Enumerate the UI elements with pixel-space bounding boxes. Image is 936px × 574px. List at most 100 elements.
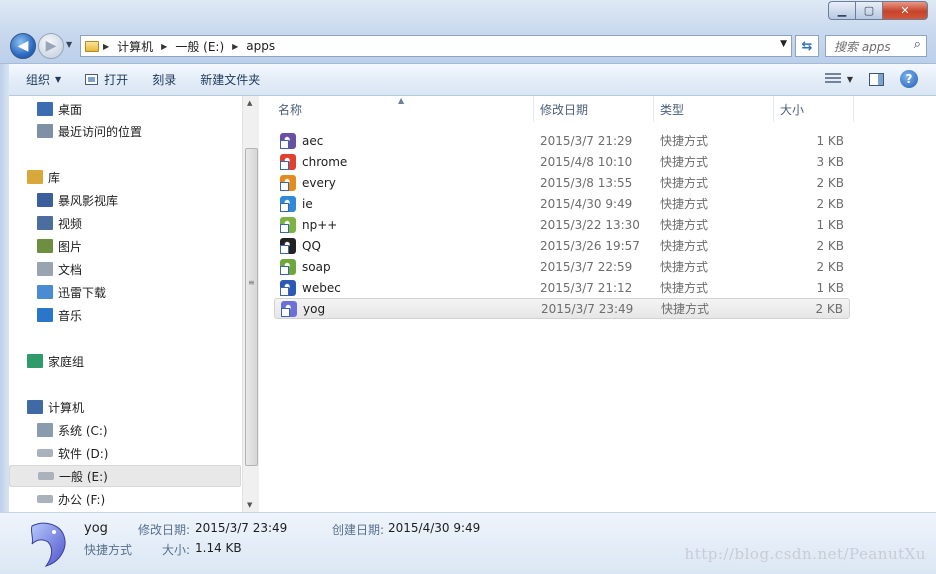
search-icon[interactable]: ⌕	[914, 37, 921, 52]
refresh-button[interactable]: ⇆	[795, 35, 819, 57]
details-file-kind: 快捷方式	[84, 543, 133, 557]
search-placeholder: 搜索 apps	[834, 39, 891, 54]
file-name: every	[302, 175, 336, 190]
chevron-right-icon[interactable]: ▶	[228, 42, 242, 51]
details-created-label: 创建日期:	[332, 523, 385, 537]
nav-item[interactable]: 软件 (D:)	[9, 442, 241, 464]
refresh-icon: ⇆	[801, 38, 813, 54]
nav-item-label: 文档	[58, 262, 83, 277]
navigation-scrollbar[interactable]: ▲ ≡ ▼	[242, 96, 259, 512]
nav-item[interactable]: 家庭组	[9, 350, 241, 372]
file-row[interactable]: aec 2015/3/7 21:29 快捷方式 1 KB	[274, 130, 850, 151]
nav-item[interactable]: 音乐	[9, 304, 241, 326]
file-row[interactable]: QQ 2015/3/26 19:57 快捷方式 2 KB	[274, 235, 850, 256]
file-row[interactable]: np++ 2015/3/22 13:30 快捷方式 1 KB	[274, 214, 850, 235]
minimize-button[interactable]: ▁	[828, 1, 855, 20]
file-date: 2015/4/8 10:10	[540, 154, 633, 169]
breadcrumb-computer[interactable]: 计算机	[113, 36, 157, 56]
nav-item[interactable]: 图片	[9, 235, 241, 257]
file-size: 1 KB	[816, 217, 844, 232]
nav-item[interactable]: 视频	[9, 212, 241, 234]
column-header-type[interactable]: 类型	[654, 96, 774, 122]
file-date: 2015/3/22 13:30	[540, 217, 640, 232]
file-row[interactable]: yog 2015/3/7 23:49 快捷方式 2 KB	[274, 298, 850, 319]
burn-button[interactable]: 刻录	[140, 64, 188, 95]
nav-item[interactable]: 一般 (E:)	[9, 465, 241, 487]
preview-pane-icon[interactable]	[869, 72, 884, 86]
nav-item-label: 库	[48, 170, 61, 185]
nav-item[interactable]: 计算机	[9, 396, 241, 418]
details-created-value: 2015/4/30 9:49	[388, 521, 481, 535]
desktop-icon	[37, 102, 53, 116]
drive-icon	[37, 449, 53, 457]
arrow-right-icon: ▶	[45, 38, 57, 54]
open-label: 打开	[104, 73, 129, 87]
file-row[interactable]: webec 2015/3/7 21:12 快捷方式 1 KB	[274, 277, 850, 298]
file-date: 2015/3/7 21:29	[540, 133, 633, 148]
organize-button[interactable]: 组织 ▼	[0, 64, 73, 95]
file-name: np++	[302, 217, 338, 232]
nav-item[interactable]: 系统 (C:)	[9, 419, 241, 441]
nav-item-label: 家庭组	[48, 354, 85, 369]
column-header-date[interactable]: 修改日期	[534, 96, 654, 122]
details-size-label: 大小:	[162, 543, 191, 557]
nav-item[interactable]: 文档	[9, 258, 241, 280]
file-row[interactable]: soap 2015/3/7 22:59 快捷方式 2 KB	[274, 256, 850, 277]
maximize-button[interactable]: ▢	[855, 1, 882, 20]
navigation-pane: 桌面最近访问的位置库暴风影视库 视频 图片文档迅雷下载 音乐家庭组计算机系统 (C:)…	[9, 96, 259, 512]
thunder-download-icon	[37, 285, 53, 299]
new-folder-button[interactable]: 新建文件夹	[188, 64, 272, 95]
shortcut-icon	[280, 279, 296, 296]
file-date: 2015/4/30 9:49	[540, 196, 633, 211]
chevron-down-icon: ▼	[55, 75, 62, 84]
help-icon[interactable]: ?	[900, 70, 918, 88]
nav-item[interactable]: 迅雷下载	[9, 281, 241, 303]
close-button[interactable]: ✕	[882, 1, 928, 20]
breadcrumb-apps[interactable]: apps	[242, 36, 279, 56]
search-input[interactable]: 搜索 apps ⌕	[825, 35, 927, 57]
documents-icon	[37, 262, 53, 276]
scroll-down-icon[interactable]: ▼	[247, 501, 252, 509]
file-date: 2015/3/8 13:55	[540, 175, 633, 190]
file-type: 快捷方式	[661, 302, 710, 316]
file-date: 2015/3/7 22:59	[540, 259, 633, 274]
file-name: soap	[302, 259, 331, 274]
column-headers: ▲ 名称 修改日期 类型 大小	[262, 96, 936, 122]
recent-pages-dropdown[interactable]: ▼	[66, 40, 72, 49]
chevron-down-icon[interactable]: ▼	[780, 39, 787, 49]
nav-item[interactable]: 库	[9, 166, 241, 188]
watermark-text: http://blog.csdn.net/PeanutXu	[684, 545, 926, 563]
nav-item[interactable]: 桌面	[9, 98, 241, 120]
new-folder-label: 新建文件夹	[200, 73, 261, 87]
nav-item-label: 系统 (C:)	[58, 423, 108, 438]
back-button[interactable]: ◀	[10, 33, 36, 59]
column-header-size[interactable]: 大小	[774, 96, 854, 122]
details-size-value: 1.14 KB	[195, 541, 242, 555]
address-bar[interactable]: ▶ 计算机 ▶ 一般 (E:) ▶ apps ▼	[80, 35, 792, 57]
scrollbar-thumb[interactable]	[245, 148, 258, 466]
file-name: chrome	[302, 154, 348, 169]
open-button[interactable]: 打开	[73, 64, 140, 95]
forward-button[interactable]: ▶	[38, 33, 64, 59]
window-controls: ▁ ▢ ✕	[828, 1, 928, 20]
file-row[interactable]: every 2015/3/8 13:55 快捷方式 2 KB	[274, 172, 850, 193]
nav-item[interactable]: 暴风影视库	[9, 189, 241, 211]
file-row[interactable]: ie 2015/4/30 9:49 快捷方式 2 KB	[274, 193, 850, 214]
shortcut-icon	[280, 153, 296, 170]
drive-icon	[37, 495, 53, 503]
file-size: 1 KB	[816, 133, 844, 148]
column-header-name[interactable]: 名称	[272, 96, 534, 122]
file-type: 快捷方式	[660, 239, 709, 253]
change-view-button[interactable]: ▼	[824, 73, 853, 85]
music-icon	[37, 308, 53, 322]
nav-item[interactable]: 最近访问的位置	[9, 120, 241, 142]
chevron-right-icon[interactable]: ▶	[157, 42, 171, 51]
breadcrumb-drive-e[interactable]: 一般 (E:)	[171, 36, 228, 56]
nav-item-label: 桌面	[58, 102, 83, 117]
details-modified-value: 2015/3/7 23:49	[195, 521, 288, 535]
scroll-up-icon[interactable]: ▲	[247, 99, 252, 107]
chevron-right-icon[interactable]: ▶	[99, 42, 113, 51]
nav-item[interactable]: 办公 (F:)	[9, 488, 241, 510]
file-row[interactable]: chrome 2015/4/8 10:10 快捷方式 3 KB	[274, 151, 850, 172]
pictures-icon	[37, 239, 53, 253]
